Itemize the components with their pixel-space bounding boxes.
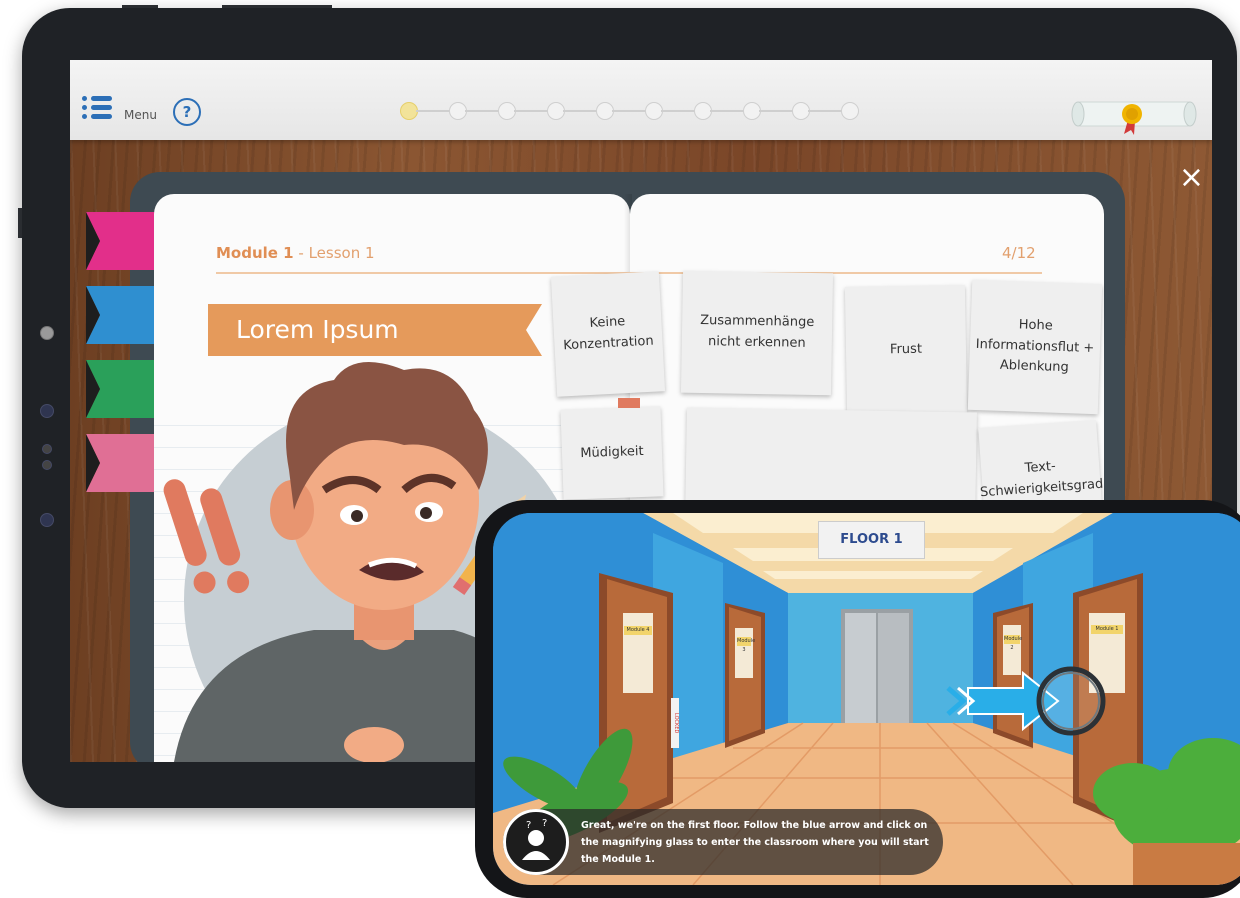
note-frust[interactable]: Frust: [844, 284, 968, 416]
tablet-side-button: [18, 208, 22, 238]
guide-avatar: ? ?: [503, 809, 569, 875]
note-zusammenhaenge[interactable]: Zusammenhänge nicht erkennen: [680, 270, 834, 396]
door-label-module-4: Module 4: [624, 626, 652, 635]
note-informationsflut[interactable]: Hohe Informationsflut + Ablenkung: [967, 279, 1103, 415]
close-icon[interactable]: ×: [1179, 160, 1204, 195]
menu-label[interactable]: Menu: [124, 108, 157, 122]
tablet-volume-button: [222, 5, 332, 8]
phone-screen: FLOOR 1 Module 4 Module 3 Module 2 Modul…: [493, 513, 1240, 885]
thinking-person-icon: ? ?: [522, 818, 550, 860]
tablet-sensor: [42, 460, 52, 470]
locked-sign: LOCKED: [671, 698, 679, 748]
svg-text:?: ?: [542, 818, 547, 829]
page-counter: 4/12: [1002, 244, 1036, 262]
svg-text:?: ?: [526, 820, 531, 831]
tablet-top-button: [122, 5, 158, 8]
dialog-caption: ? ? Great, we're on the first floor. Fol…: [503, 809, 943, 875]
tablet-light-sensor: [40, 326, 54, 340]
progress-dot: [841, 102, 859, 120]
lesson-banner-title: Lorem Ipsum: [208, 304, 526, 356]
floor-sign: FLOOR 1: [818, 521, 925, 559]
bookmark-tab-blue[interactable]: [86, 286, 156, 344]
door-label-module-2: Module 2: [1004, 635, 1023, 651]
tablet-camera-2: [40, 513, 54, 527]
bookmark-tab-magenta[interactable]: [86, 212, 156, 270]
tablet-sensor: [42, 444, 52, 454]
magnifying-glass-icon[interactable]: [1031, 661, 1111, 741]
top-bar: Menu ?: [70, 60, 1212, 140]
tablet-camera: [40, 404, 54, 418]
note-keine-konzentration[interactable]: Keine Konzentration: [550, 271, 666, 397]
diploma-scroll-icon[interactable]: [1068, 94, 1198, 136]
help-icon[interactable]: ?: [173, 98, 201, 126]
menu-icon[interactable]: [82, 96, 112, 120]
bookmark-tab-green[interactable]: [86, 360, 156, 418]
bookmark-tab-pink[interactable]: [86, 434, 156, 492]
door-label-module-1: Module 1: [1091, 625, 1123, 634]
door-label-module-3: Module 3: [737, 637, 756, 653]
module-lesson-title: Module 1 - Lesson 1: [216, 244, 375, 262]
caption-text: Great, we're on the first floor. Follow …: [581, 820, 929, 865]
note-muedigkeit[interactable]: Müdigkeit: [560, 406, 664, 500]
phone-device: FLOOR 1 Module 4 Module 3 Module 2 Modul…: [475, 500, 1240, 898]
